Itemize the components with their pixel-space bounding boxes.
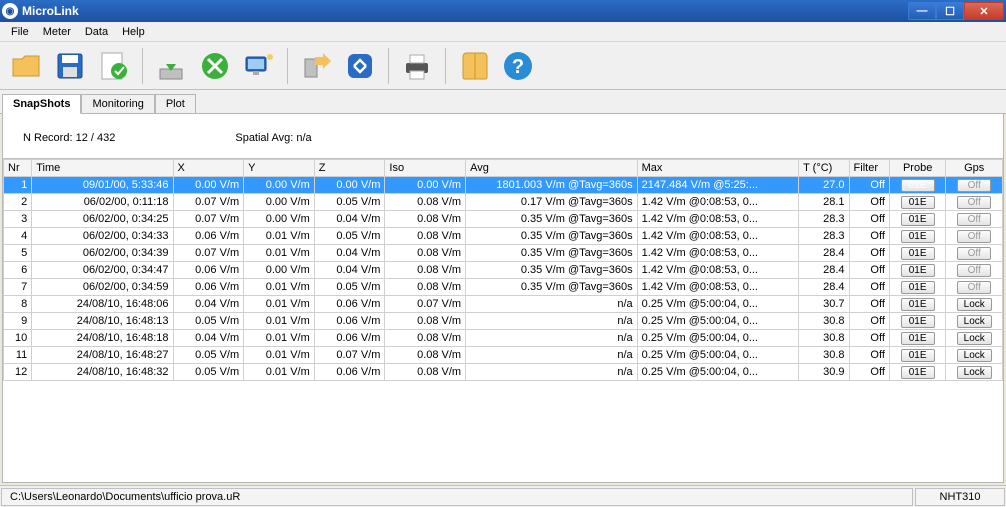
- toolbar-separator: [388, 48, 389, 84]
- col-time[interactable]: Time: [32, 160, 173, 177]
- menu-meter[interactable]: Meter: [36, 24, 78, 40]
- col-nr[interactable]: Nr: [4, 160, 32, 177]
- display-button[interactable]: [239, 46, 279, 86]
- probe-button[interactable]: 01E: [901, 264, 935, 277]
- window-title: MicroLink: [22, 4, 908, 18]
- save-button[interactable]: [50, 46, 90, 86]
- status-bar: C:\Users\Leonardo\Documents\ufficio prov…: [0, 485, 1006, 507]
- status-file-path: C:\Users\Leonardo\Documents\ufficio prov…: [1, 488, 913, 506]
- table-row[interactable]: 1224/08/10, 16:48:320.05 V/m0.01 V/m0.06…: [4, 364, 1003, 381]
- menu-bar: File Meter Data Help: [0, 22, 1006, 42]
- app-icon: ◉: [2, 3, 18, 19]
- tab-snapshots[interactable]: SnapShots: [2, 94, 81, 114]
- spatial-avg-label: Spatial Avg: n/a: [235, 132, 311, 144]
- table-row[interactable]: 924/08/10, 16:48:130.05 V/m0.01 V/m0.06 …: [4, 313, 1003, 330]
- gps-button[interactable]: Off: [957, 230, 991, 243]
- svg-text:?: ?: [512, 56, 524, 78]
- probe-button[interactable]: 01E: [901, 366, 935, 379]
- table-row[interactable]: 824/08/10, 16:48:060.04 V/m0.01 V/m0.06 …: [4, 296, 1003, 313]
- gps-button[interactable]: Lock: [957, 366, 992, 379]
- tab-monitoring[interactable]: Monitoring: [81, 94, 154, 113]
- table-row[interactable]: 306/02/00, 0:34:250.07 V/m0.00 V/m0.04 V…: [4, 211, 1003, 228]
- close-button[interactable]: ✕: [964, 2, 1004, 20]
- gps-button[interactable]: Lock: [957, 298, 992, 311]
- content-pane: N Record: 12 / 432 Spatial Avg: n/a Nr T…: [2, 114, 1004, 483]
- info-row: N Record: 12 / 432 Spatial Avg: n/a: [3, 114, 1003, 158]
- nrecord-label: N Record: 12 / 432: [23, 132, 115, 144]
- menu-data[interactable]: Data: [78, 24, 115, 40]
- maximize-button[interactable]: ☐: [936, 2, 964, 20]
- gps-button[interactable]: Lock: [957, 315, 992, 328]
- col-probe[interactable]: Probe: [889, 160, 946, 177]
- table-row[interactable]: 1024/08/10, 16:48:180.04 V/m0.01 V/m0.06…: [4, 330, 1003, 347]
- col-gps[interactable]: Gps: [946, 160, 1003, 177]
- settings-button[interactable]: [195, 46, 235, 86]
- menu-file[interactable]: File: [4, 24, 36, 40]
- probe-button[interactable]: 01E: [901, 179, 935, 192]
- col-filter[interactable]: Filter: [849, 160, 889, 177]
- status-device-model: NHT310: [915, 488, 1005, 506]
- col-z[interactable]: Z: [314, 160, 385, 177]
- gps-button[interactable]: Off: [957, 179, 991, 192]
- print-button[interactable]: [397, 46, 437, 86]
- toolbar: ?: [0, 42, 1006, 90]
- table-row[interactable]: 506/02/00, 0:34:390.07 V/m0.01 V/m0.04 V…: [4, 245, 1003, 262]
- col-t[interactable]: T (°C): [799, 160, 849, 177]
- gps-button[interactable]: Off: [957, 281, 991, 294]
- minimize-button[interactable]: —: [908, 2, 936, 20]
- probe-button[interactable]: 01E: [901, 298, 935, 311]
- help-button[interactable]: ?: [498, 46, 538, 86]
- gps-button[interactable]: Lock: [957, 332, 992, 345]
- sync-button[interactable]: [340, 46, 380, 86]
- col-max[interactable]: Max: [637, 160, 798, 177]
- table-header-row: Nr Time X Y Z Iso Avg Max T (°C) Filter …: [4, 160, 1003, 177]
- gps-button[interactable]: Off: [957, 196, 991, 209]
- toolbar-separator: [445, 48, 446, 84]
- table-row[interactable]: 406/02/00, 0:34:330.06 V/m0.01 V/m0.05 V…: [4, 228, 1003, 245]
- toolbar-separator: [287, 48, 288, 84]
- gps-button[interactable]: Off: [957, 264, 991, 277]
- probe-button[interactable]: 01E: [901, 332, 935, 345]
- gps-button[interactable]: Off: [957, 213, 991, 226]
- probe-button[interactable]: 01E: [901, 230, 935, 243]
- probe-button[interactable]: 01E: [901, 247, 935, 260]
- col-y[interactable]: Y: [244, 160, 315, 177]
- col-avg[interactable]: Avg: [466, 160, 638, 177]
- toolbar-separator: [142, 48, 143, 84]
- tab-plot[interactable]: Plot: [155, 94, 196, 113]
- probe-button[interactable]: 01E: [901, 315, 935, 328]
- table-row[interactable]: 606/02/00, 0:34:470.06 V/m0.00 V/m0.04 V…: [4, 262, 1003, 279]
- probe-button[interactable]: 01E: [901, 213, 935, 226]
- open-file-button[interactable]: [6, 46, 46, 86]
- probe-button[interactable]: 01E: [901, 196, 935, 209]
- download-button[interactable]: [151, 46, 191, 86]
- tab-bar: SnapShots Monitoring Plot: [0, 90, 1006, 114]
- col-x[interactable]: X: [173, 160, 244, 177]
- table-row[interactable]: 706/02/00, 0:34:590.06 V/m0.01 V/m0.05 V…: [4, 279, 1003, 296]
- export-button[interactable]: [296, 46, 336, 86]
- table-row[interactable]: 1124/08/10, 16:48:270.05 V/m0.01 V/m0.07…: [4, 347, 1003, 364]
- probe-button[interactable]: 01E: [901, 281, 935, 294]
- validate-button[interactable]: [94, 46, 134, 86]
- gps-button[interactable]: Lock: [957, 349, 992, 362]
- manual-button[interactable]: [454, 46, 494, 86]
- window-buttons: — ☐ ✕: [908, 2, 1004, 20]
- table-row[interactable]: 109/01/00, 5:33:460.00 V/m0.00 V/m0.00 V…: [4, 177, 1003, 194]
- col-iso[interactable]: Iso: [385, 160, 466, 177]
- title-bar: ◉ MicroLink — ☐ ✕: [0, 0, 1006, 22]
- probe-button[interactable]: 01E: [901, 349, 935, 362]
- data-grid[interactable]: Nr Time X Y Z Iso Avg Max T (°C) Filter …: [3, 158, 1003, 482]
- gps-button[interactable]: Off: [957, 247, 991, 260]
- menu-help[interactable]: Help: [115, 24, 152, 40]
- table-row[interactable]: 206/02/00, 0:11:180.07 V/m0.00 V/m0.05 V…: [4, 194, 1003, 211]
